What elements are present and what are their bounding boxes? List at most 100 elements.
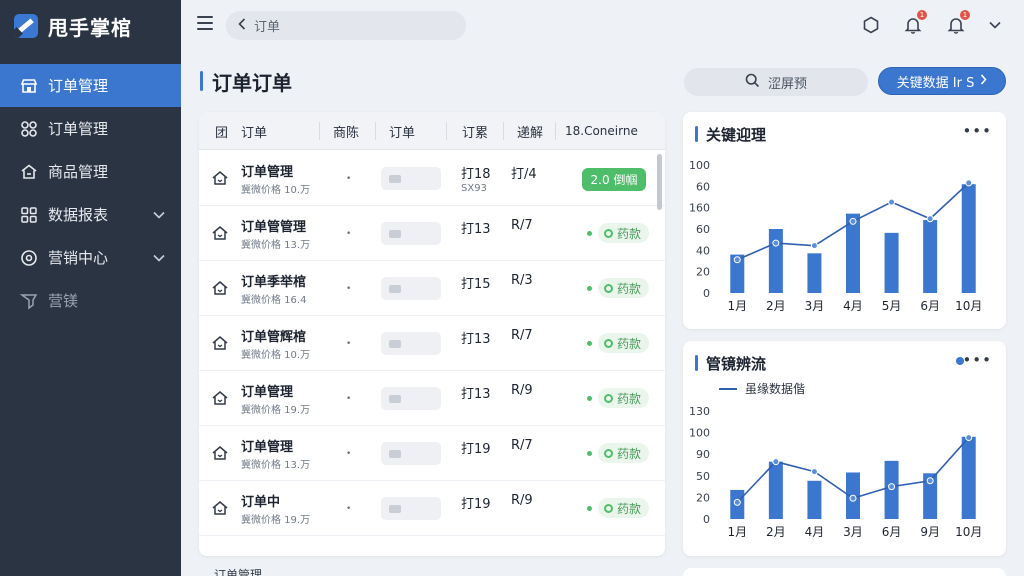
brand[interactable]: 甩手掌棺	[14, 10, 132, 42]
order-home-icon	[211, 224, 229, 242]
scroll-thumb[interactable]	[657, 154, 662, 210]
sidebar-item-label: 订单管理	[48, 77, 109, 95]
table-row[interactable]: 订单中 冀微价格 19.万 • 打19 R/9 药款	[199, 480, 665, 536]
menu-toggle-icon[interactable]	[197, 16, 213, 30]
column-header[interactable]: 商陈	[333, 112, 359, 150]
sidebar-item-marketing[interactable]: 营销中心	[0, 236, 181, 279]
order-subtitle: 冀微价格 13.万	[241, 460, 311, 471]
order-name[interactable]: 订单中	[241, 491, 280, 510]
line-point	[733, 498, 741, 506]
order-method: R/7	[511, 218, 533, 233]
dropdown-caret-icon[interactable]: •	[346, 174, 351, 184]
bar	[961, 184, 976, 293]
status-badge[interactable]: 药款	[587, 276, 650, 300]
check-circle-icon	[604, 283, 613, 293]
table-scrollbar[interactable]	[656, 150, 664, 550]
table-row[interactable]: 订单管理 冀微价格 13.万 • 打19 R/7 药款	[199, 425, 665, 481]
bar-line-chart: 0 20 40 60 160 60 100 1月 2月 3月 4月 5月 6月 10月	[689, 159, 982, 313]
order-name[interactable]: 订单管理	[241, 381, 293, 400]
column-header[interactable]: 订单	[389, 112, 415, 150]
x-tick-label: 6月	[882, 525, 902, 539]
column-header[interactable]: 18.Coneirne	[565, 112, 638, 150]
notification-bell-icon[interactable]: 1	[902, 10, 927, 36]
order-name[interactable]: 订单管辉棺	[241, 326, 306, 345]
table-row[interactable]: 订单管辉棺冀微价格 10.万 • 打13 R/7 药款	[199, 315, 665, 371]
order-amount: 打13	[461, 332, 491, 347]
status-badge[interactable]: 药款	[587, 331, 650, 355]
status-badge[interactable]: 药款	[587, 386, 650, 410]
x-tick-label: 6月	[920, 299, 940, 313]
status-badge[interactable]: 药款	[587, 221, 650, 245]
sidebar: 甩手掌棺 订单管理 订单管理 商品管理 数据报表 营销中心 营镁	[0, 0, 181, 576]
sidebar-item-products[interactable]: 商品管理	[0, 150, 181, 193]
sidebar-item-marketing-2[interactable]: 营镁	[0, 279, 181, 322]
key-data-button[interactable]: 关键数据 Ir S	[878, 67, 1006, 95]
dropdown-caret-icon[interactable]: •	[346, 229, 351, 239]
bar	[807, 253, 822, 293]
column-header[interactable]: 团	[215, 112, 228, 150]
sidebar-item-label: 营销中心	[48, 249, 109, 267]
bar	[884, 232, 899, 293]
dropdown-caret-icon[interactable]: •	[346, 504, 351, 514]
order-subtitle: 冀微价格 10.万	[241, 350, 311, 361]
sidebar-item-reports[interactable]: 数据报表	[0, 193, 181, 236]
bar	[768, 229, 783, 293]
breadcrumb-label: 订单	[254, 20, 281, 35]
dropdown-caret-icon[interactable]: •	[346, 284, 351, 294]
x-tick-label: 2月	[766, 299, 786, 313]
status-badge[interactable]: 药款	[587, 441, 650, 465]
order-name[interactable]: 订单管管理	[241, 216, 306, 235]
bar	[768, 461, 783, 519]
check-circle-icon	[604, 448, 613, 458]
order-amount: 打15	[461, 277, 491, 292]
order-name[interactable]: 订单管理	[241, 161, 293, 180]
dropdown-caret-icon[interactable]: •	[346, 449, 351, 459]
line-point	[733, 256, 741, 264]
order-method: R/9	[511, 383, 533, 398]
chevron-down-icon	[153, 254, 165, 262]
x-tick-label: 10月	[955, 525, 982, 539]
table-row[interactable]: 订单管管理冀微价格 13.万 • 打13 R/7 药款	[199, 205, 665, 261]
x-tick-label: 4月	[843, 299, 863, 313]
bar	[807, 480, 822, 519]
sidebar-item-orders[interactable]: 订单管理	[0, 64, 181, 107]
product-thumbnail	[381, 387, 441, 410]
order-subtitle: 冀微价格 16.4	[241, 295, 307, 306]
line-point	[772, 458, 780, 466]
column-header[interactable]: 订累	[462, 112, 488, 150]
product-thumbnail	[381, 222, 441, 245]
status-badge[interactable]: 2.0 倒帼	[582, 168, 646, 191]
table-row[interactable]: 订单季举棺 冀微价格 16.4 • 打15 R/3 药款	[199, 260, 665, 316]
sidebar-item-orders-2[interactable]: 订单管理	[0, 107, 181, 150]
column-header[interactable]: 递解	[517, 112, 543, 150]
search-icon	[745, 73, 760, 92]
breadcrumb[interactable]: 订单	[226, 11, 466, 40]
table-row[interactable]: 订单管理 冀微价格 10.万 • 打18 SX93 打/4 2.0 倒帼	[199, 150, 665, 206]
bar	[961, 436, 976, 519]
order-name[interactable]: 订单季举棺	[241, 271, 306, 290]
order-method: 打/4	[511, 167, 537, 182]
bar	[846, 213, 860, 293]
order-amount: 打13	[461, 222, 491, 237]
x-tick-label: 4月	[805, 525, 825, 539]
order-home-icon	[211, 499, 229, 517]
order-method: R/9	[511, 493, 533, 508]
chevron-down-icon[interactable]	[984, 14, 1006, 36]
order-subtitle: 冀微价格 13.万	[241, 240, 311, 251]
status-badge[interactable]: 药款	[587, 496, 650, 520]
chevron-right-icon	[980, 73, 987, 89]
order-name[interactable]: 订单管理	[241, 436, 293, 455]
search-input[interactable]: 涩屏预	[684, 68, 868, 96]
column-header[interactable]: 订单	[241, 112, 267, 150]
order-method: R/7	[511, 328, 533, 343]
dropdown-caret-icon[interactable]: •	[346, 394, 351, 404]
dropdown-caret-icon[interactable]: •	[346, 339, 351, 349]
table-row[interactable]: 订单管理 冀微价格 19.万 • 打13 R/9 药款	[199, 370, 665, 426]
orders-table: 团 订单 商陈 订单 订累 递解 18.Coneirne 订单管理冀微价格 10…	[199, 112, 665, 556]
alert-bell-icon[interactable]: 1	[945, 10, 970, 36]
y-tick-label: 50	[696, 470, 710, 483]
settings-hexagon-icon[interactable]	[860, 14, 882, 36]
chart-card-3	[683, 568, 1006, 576]
link-icon	[18, 120, 40, 138]
y-tick-label: 160	[689, 202, 710, 215]
